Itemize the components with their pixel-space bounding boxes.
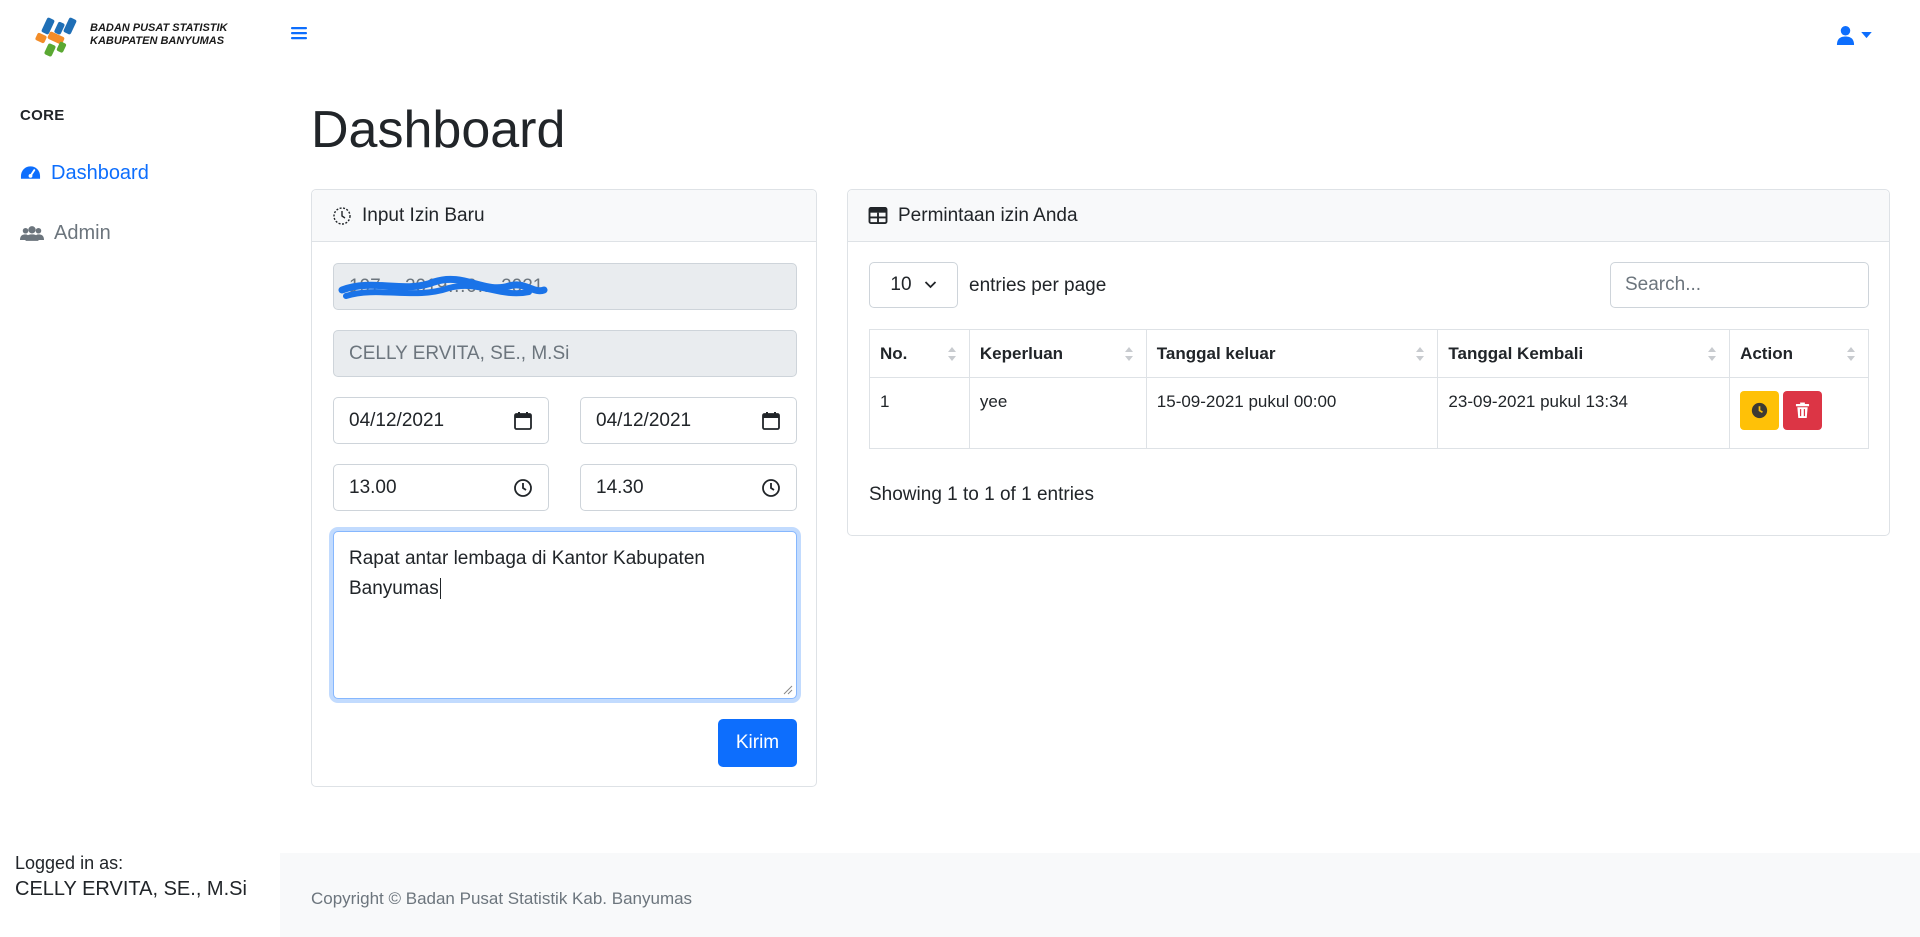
caret-down-icon xyxy=(1861,31,1872,38)
cell-action xyxy=(1729,377,1869,449)
date-end-value: 04/12/2021 xyxy=(596,409,692,431)
calendar-icon[interactable] xyxy=(513,411,533,431)
clock-icon xyxy=(1751,402,1768,419)
footer: Copyright © Badan Pusat Statistik Kab. B… xyxy=(280,853,1920,937)
cell-keperluan: yee xyxy=(968,377,1147,449)
requests-table: No. Keperluan Tanggal keluar Tanggal Kem… xyxy=(869,329,1869,449)
purpose-textarea[interactable]: Rapat antar lembaga di Kantor Kabupaten … xyxy=(333,531,797,699)
search-placeholder: Search... xyxy=(1625,274,1702,295)
text-cursor xyxy=(439,578,441,599)
date-start-value: 04/12/2021 xyxy=(349,409,445,431)
top-navbar: BADAN PUSAT STATISTIK KABUPATEN BANYUMAS xyxy=(0,0,1920,70)
entries-per-page-value: 10 xyxy=(890,274,912,295)
card-title: Input Izin Baru xyxy=(362,204,485,226)
sidebar-heading-core: CORE xyxy=(20,107,65,124)
time-end-value: 14.30 xyxy=(596,476,644,498)
bars-icon xyxy=(291,27,307,40)
sidebar-toggle-button[interactable] xyxy=(290,24,308,42)
redaction-scribble xyxy=(338,275,548,299)
clock-icon[interactable] xyxy=(513,478,533,498)
sidebar-item-label: Dashboard xyxy=(51,161,149,184)
table-info: Showing 1 to 1 of 1 entries xyxy=(869,484,1094,505)
brand-line-2: KABUPATEN BANYUMAS xyxy=(90,35,225,47)
chevron-down-icon xyxy=(924,281,936,289)
table-icon xyxy=(868,207,888,224)
users-icon xyxy=(20,225,44,241)
column-header-tanggal-kembali[interactable]: Tanggal Kembali xyxy=(1437,329,1731,378)
copyright-text: Copyright © Badan Pusat Statistik Kab. B… xyxy=(311,889,693,908)
clock-icon xyxy=(333,206,351,225)
name-field[interactable]: CELLY ERVITA, SE., M.Si xyxy=(333,330,797,377)
search-input[interactable]: Search... xyxy=(1610,262,1869,308)
column-label: No. xyxy=(880,343,908,363)
sort-icon xyxy=(1708,347,1717,361)
sort-icon xyxy=(1847,347,1855,361)
cell-tanggal-keluar: 15-09-2021 pukul 00:00 xyxy=(1145,377,1439,449)
column-header-keperluan[interactable]: Keperluan xyxy=(968,329,1147,378)
permintaan-izin-card: Permintaan izin Anda 10 entries per page… xyxy=(847,189,1890,536)
column-header-tanggal-keluar[interactable]: Tanggal keluar xyxy=(1145,329,1439,378)
card-header: Input Izin Baru xyxy=(312,190,816,242)
resize-grip-icon[interactable] xyxy=(783,685,793,695)
time-end-input[interactable]: 14.30 xyxy=(580,464,797,511)
clock-icon[interactable] xyxy=(761,478,781,498)
delete-button[interactable] xyxy=(1783,391,1823,430)
table-row: 1 yee 15-09-2021 pukul 00:00 23-09-2021 … xyxy=(869,377,1869,449)
extend-time-button[interactable] xyxy=(1740,391,1780,430)
sort-icon xyxy=(1124,347,1133,361)
calendar-icon[interactable] xyxy=(761,411,781,431)
sort-icon xyxy=(947,347,956,361)
brand-line-1: BADAN PUSAT STATISTIK xyxy=(90,22,228,34)
date-end-input[interactable]: 04/12/2021 xyxy=(580,397,797,444)
user-icon xyxy=(1836,25,1855,45)
column-label: Tanggal keluar xyxy=(1156,343,1276,363)
user-dropdown-button[interactable] xyxy=(1836,22,1884,48)
sidebar-item-label: Admin xyxy=(54,221,111,244)
column-header-action[interactable]: Action xyxy=(1729,329,1869,378)
sidebar: CORE Dashboard Admin Logged in as: CELLY… xyxy=(0,70,280,937)
brand-text: BADAN PUSAT STATISTIK KABUPATEN BANYUMAS xyxy=(90,22,228,48)
column-header-no[interactable]: No. xyxy=(869,329,970,378)
page-title: Dashboard xyxy=(311,101,566,159)
tachometer-icon xyxy=(20,166,41,179)
sidebar-item-dashboard[interactable]: Dashboard xyxy=(20,158,149,188)
card-title: Permintaan izin Anda xyxy=(898,204,1078,226)
sort-icon xyxy=(1416,347,1425,361)
submit-button[interactable]: Kirim xyxy=(718,719,797,767)
bps-logo-icon xyxy=(35,17,77,57)
table-header-row: No. Keperluan Tanggal keluar Tanggal Kem… xyxy=(869,329,1869,378)
cell-tanggal-kembali: 23-09-2021 pukul 13:34 xyxy=(1437,377,1731,449)
logged-in-user-name: CELLY ERVITA, SE., M.Si xyxy=(15,878,247,900)
brand-logo[interactable]: BADAN PUSAT STATISTIK KABUPATEN BANYUMAS xyxy=(30,12,230,58)
entries-per-page-select[interactable]: 10 xyxy=(869,262,958,308)
card-header: Permintaan izin Anda xyxy=(848,190,1889,242)
sidebar-item-admin[interactable]: Admin xyxy=(20,218,111,248)
cell-no: 1 xyxy=(869,377,970,449)
date-start-input[interactable]: 04/12/2021 xyxy=(333,397,549,444)
column-label: Action xyxy=(1740,343,1793,363)
nip-field[interactable]: 197… 2019…0… 2021 xyxy=(333,263,797,310)
time-start-value: 13.00 xyxy=(349,476,397,498)
column-label: Keperluan xyxy=(979,343,1064,363)
name-value: CELLY ERVITA, SE., M.Si xyxy=(349,342,570,364)
input-izin-card: Input Izin Baru 197… 2019…0… 2021 CELLY … xyxy=(311,189,817,787)
purpose-value: Rapat antar lembaga di Kantor Kabupaten … xyxy=(349,548,705,599)
time-start-input[interactable]: 13.00 xyxy=(333,464,549,511)
trash-icon xyxy=(1796,402,1810,418)
column-label: Tanggal Kembali xyxy=(1448,343,1584,363)
entries-per-page-label: entries per page xyxy=(969,275,1107,296)
logged-in-label: Logged in as: xyxy=(15,853,124,873)
